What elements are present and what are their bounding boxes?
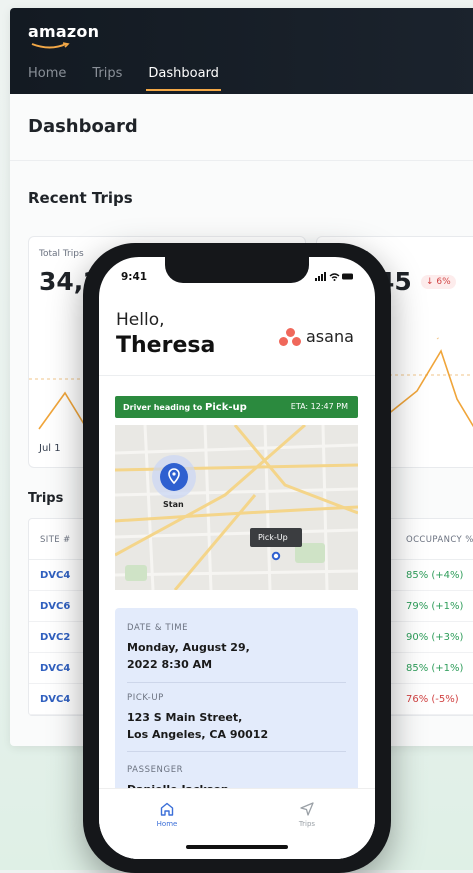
tab-label: Home [156, 820, 178, 828]
nav-trips[interactable]: Trips [92, 66, 122, 81]
main-nav: Home Trips Dashboard [28, 66, 221, 91]
address-line: 123 S Main Street, [127, 711, 243, 724]
home-indicator [186, 845, 288, 849]
banner-prefix: Driver heading to [123, 403, 203, 412]
divider [99, 375, 375, 376]
pickup-address: 123 S Main Street, Los Angeles, CA 90012 [127, 709, 268, 743]
site-id[interactable]: DVC4 [40, 694, 70, 705]
status-icons [315, 272, 355, 284]
recent-trips-heading: Recent Trips [28, 189, 133, 207]
banner-message: Driver heading to Pick-up [123, 402, 247, 413]
phone-screen: 9:41 Hello, Theresa asana Driver heading… [99, 257, 375, 859]
banner-target: Pick-up [205, 402, 247, 413]
site-id[interactable]: DVC6 [40, 601, 70, 612]
occupancy-value: 76% (-5%) [406, 694, 459, 705]
navigation-arrow-icon [300, 802, 314, 816]
map-canvas [115, 425, 358, 590]
datetime-line: 2022 8:30 AM [127, 658, 213, 671]
phone-notch [165, 257, 309, 283]
card-label: Total Trips [39, 249, 84, 259]
asana-icon [279, 327, 301, 346]
site-id[interactable]: DVC4 [40, 570, 70, 581]
datetime-line: Monday, August 29, [127, 641, 250, 654]
trip-map[interactable]: Stan Pick-Up [115, 425, 358, 590]
status-time: 9:41 [121, 271, 148, 283]
nav-dashboard[interactable]: Dashboard [146, 66, 221, 91]
tab-label: Trips [298, 820, 316, 828]
datetime-value: Monday, August 29, 2022 8:30 AM [127, 639, 250, 673]
pickup-label: Pick-Up [258, 533, 288, 542]
home-icon [160, 802, 174, 816]
bottom-tab-bar: Home Trips [99, 788, 375, 859]
divider [127, 751, 346, 752]
occupancy-value: 90% (+3%) [406, 632, 464, 643]
tab-trips[interactable]: Trips [277, 801, 337, 828]
phone-device: 9:41 Hello, Theresa asana Driver heading… [83, 243, 391, 873]
trips-heading: Trips [28, 491, 64, 506]
driver-status-banner: Driver heading to Pick-up ETA: 12:47 PM [115, 396, 358, 418]
amazon-smile-icon [31, 42, 70, 49]
user-name: Theresa [116, 333, 216, 358]
page-title: Dashboard [28, 116, 138, 137]
pickup-label: PICK-UP [127, 693, 164, 703]
divider [127, 682, 346, 683]
site-id[interactable]: DVC2 [40, 632, 70, 643]
asana-wordmark: asana [306, 327, 354, 346]
asana-logo: asana [279, 327, 354, 346]
delta-badge: ↓ 6% [421, 275, 456, 289]
signal-wifi-battery-icon [315, 272, 353, 281]
nav-home[interactable]: Home [28, 66, 66, 81]
datetime-label: DATE & TIME [127, 623, 189, 633]
passenger-label: PASSENGER [127, 765, 184, 775]
occupancy-value: 85% (+4%) [406, 570, 464, 581]
occupancy-value: 85% (+1%) [406, 663, 464, 674]
occupancy-value: 79% (+1%) [406, 601, 464, 612]
amazon-logo[interactable]: amazon [28, 22, 99, 41]
col-occupancy[interactable]: OCCUPANCY % [406, 535, 473, 545]
site-id[interactable]: DVC4 [40, 663, 70, 674]
col-site[interactable]: SITE # [40, 535, 71, 545]
driver-label: Stan [163, 500, 184, 509]
divider [10, 160, 473, 161]
address-line: Los Angeles, CA 90012 [127, 728, 269, 741]
top-navigation-bar: amazon Home Trips Dashboard [10, 8, 473, 94]
card-date: Jul 1 [39, 443, 61, 454]
tab-home[interactable]: Home [137, 801, 197, 828]
eta-label: ETA: 12:47 PM [290, 402, 348, 411]
greeting: Hello, [116, 310, 165, 330]
